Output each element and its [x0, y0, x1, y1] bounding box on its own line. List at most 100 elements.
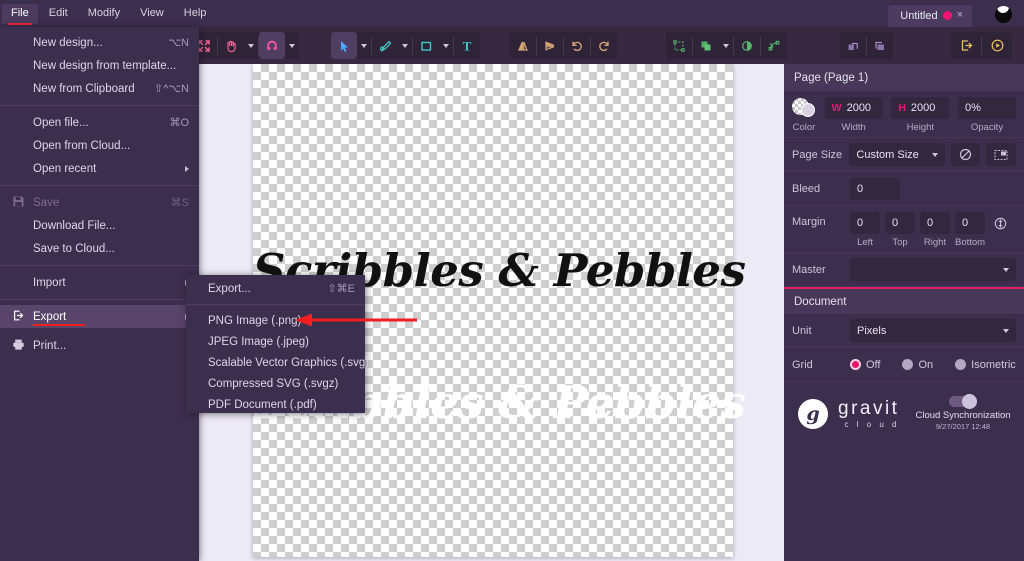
bring-forward-icon[interactable]: [840, 32, 866, 59]
rectangle-icon[interactable]: [413, 32, 439, 59]
grid-option-isometric[interactable]: Isometric: [955, 359, 1016, 371]
pointer-chevron-down-icon[interactable]: [357, 32, 371, 59]
margin-row: Margin 0 Left 0 Top 0 Right 0 Bottom: [784, 206, 1024, 253]
menu-separator: [0, 105, 199, 106]
menu-item-new-from-clipboard[interactable]: New from Clipboard ⇧^⌥N: [0, 77, 199, 100]
hand-icon[interactable]: [218, 32, 244, 59]
page-size-select[interactable]: Custom Size: [849, 143, 945, 166]
margin-right-value: 0: [927, 217, 934, 229]
submenu-item-jpeg[interactable]: JPEG Image (.jpeg): [186, 331, 365, 352]
margin-right-control[interactable]: 0 Right: [920, 212, 950, 248]
menu-item-export[interactable]: Export: [0, 305, 199, 328]
grid-option-on[interactable]: On: [902, 359, 933, 371]
menu-item-shortcut: ⇧^⌥N: [154, 83, 189, 95]
hand-tool-chevron-down-icon[interactable]: [244, 32, 258, 59]
page-width-control[interactable]: W 2000 Width: [824, 97, 883, 133]
color-caption: Color: [792, 122, 816, 133]
flip-vertical-icon[interactable]: [537, 32, 563, 59]
opacity-input[interactable]: 0%: [957, 97, 1016, 119]
text-icon[interactable]: T: [454, 32, 480, 59]
menu-view[interactable]: View: [131, 4, 173, 24]
menu-separator: [0, 185, 199, 186]
bleed-value: 0: [857, 182, 864, 195]
toolbar-group-navigation: [191, 32, 299, 59]
menu-item-open-from-cloud[interactable]: Open from Cloud...: [0, 134, 199, 157]
snap-chevron-down-icon[interactable]: [285, 32, 299, 59]
margin-bottom-control[interactable]: 0 Bottom: [955, 212, 985, 248]
submenu-item-svg[interactable]: Scalable Vector Graphics (.svg): [186, 352, 369, 373]
menu-item-shortcut: ⌘O: [169, 117, 189, 129]
pointer-icon[interactable]: [331, 32, 357, 59]
page-opacity-control[interactable]: 0% Opacity: [957, 97, 1016, 133]
margin-top-input[interactable]: 0: [885, 212, 915, 234]
export-icon[interactable]: [951, 32, 981, 59]
menu-item-label: Import: [33, 276, 66, 289]
menu-modify[interactable]: Modify: [79, 4, 129, 24]
no-preset-icon[interactable]: [950, 143, 981, 166]
rotate-ccw-icon[interactable]: [564, 32, 590, 59]
mask-icon[interactable]: [734, 32, 760, 59]
submenu-item-pdf[interactable]: PDF Document (.pdf): [186, 394, 365, 415]
user-avatar[interactable]: [995, 6, 1012, 23]
tab-close-icon[interactable]: ×: [957, 10, 963, 21]
page-color-control[interactable]: Color: [792, 97, 816, 133]
fit-to-content-icon[interactable]: [986, 143, 1017, 166]
margin-bottom-input[interactable]: 0: [955, 212, 986, 234]
menu-item-new-design-from-template[interactable]: New design from template...: [0, 54, 199, 77]
height-value: 2000: [910, 102, 936, 114]
rotate-cw-icon[interactable]: [591, 32, 617, 59]
rectangle-chevron-down-icon[interactable]: [439, 32, 453, 59]
width-caption: Width: [841, 122, 866, 133]
link-margins-icon[interactable]: [993, 212, 1008, 231]
page-height-control[interactable]: H 2000 Height: [891, 97, 950, 133]
document-section-header: Document: [784, 287, 1024, 314]
width-input[interactable]: W 2000: [824, 97, 883, 119]
color-swatch-icon[interactable]: [792, 97, 816, 119]
grid-option-label: On: [918, 358, 934, 371]
height-input[interactable]: H 2000: [891, 97, 950, 119]
grid-option-off[interactable]: Off: [850, 359, 880, 371]
pen-icon[interactable]: [372, 32, 398, 59]
boolean-union-icon[interactable]: [693, 32, 719, 59]
cloud-sync-toggle[interactable]: [949, 394, 977, 409]
boolean-chevron-down-icon[interactable]: [719, 32, 733, 59]
bleed-input[interactable]: 0: [850, 177, 900, 200]
radio-icon: [955, 359, 967, 370]
submenu-item-label: Scalable Vector Graphics (.svg): [208, 356, 370, 369]
margin-left-control[interactable]: 0 Left: [850, 212, 880, 248]
margin-left-input[interactable]: 0: [850, 212, 880, 234]
unit-select[interactable]: Pixels: [850, 319, 1016, 342]
menu-item-label: Save to Cloud...: [33, 242, 115, 255]
pen-chevron-down-icon[interactable]: [398, 32, 412, 59]
menu-item-import[interactable]: Import: [0, 271, 199, 294]
width-value: 2000: [846, 102, 872, 114]
menu-item-open-recent[interactable]: Open recent: [0, 157, 199, 180]
toolbar-group-tools: T: [331, 32, 480, 59]
master-select[interactable]: [850, 258, 1016, 281]
margin-right-input[interactable]: 0: [920, 212, 950, 234]
send-backward-icon[interactable]: [867, 32, 893, 59]
menu-item-open-file[interactable]: Open file... ⌘O: [0, 111, 199, 134]
menu-file[interactable]: File: [2, 3, 38, 25]
preview-icon[interactable]: [982, 32, 1012, 59]
margin-top-control[interactable]: 0 Top: [885, 212, 915, 248]
menu-item-download-file[interactable]: Download File...: [0, 214, 199, 237]
submenu-item-svgz[interactable]: Compressed SVG (.svgz): [186, 373, 365, 394]
page-section-header: Page (Page 1): [784, 64, 1024, 91]
toolbar-group-transform: [510, 32, 617, 59]
menu-item-label: New design from template...: [33, 59, 177, 72]
menu-help[interactable]: Help: [175, 4, 216, 24]
flip-horizontal-icon[interactable]: [510, 32, 536, 59]
document-tab-untitled[interactable]: Untitled ×: [888, 5, 972, 27]
bleed-row: Bleed 0: [784, 172, 1024, 206]
menu-item-new-design[interactable]: New design... ⌥N: [0, 31, 199, 54]
menu-item-save-to-cloud[interactable]: Save to Cloud...: [0, 237, 199, 260]
grid-option-label: Off: [866, 358, 881, 371]
cloud-sync-control[interactable]: Cloud Synchronization 9/27/2017 12:48: [915, 394, 1011, 431]
menu-edit[interactable]: Edit: [40, 4, 77, 24]
transform-icon[interactable]: [666, 32, 692, 59]
menu-item-print[interactable]: Print...: [0, 334, 199, 357]
snap-magnet-icon[interactable]: [259, 32, 285, 59]
submenu-item-export-dialog[interactable]: Export... ⇧⌘E: [186, 278, 365, 299]
path-edit-icon[interactable]: [761, 32, 787, 59]
